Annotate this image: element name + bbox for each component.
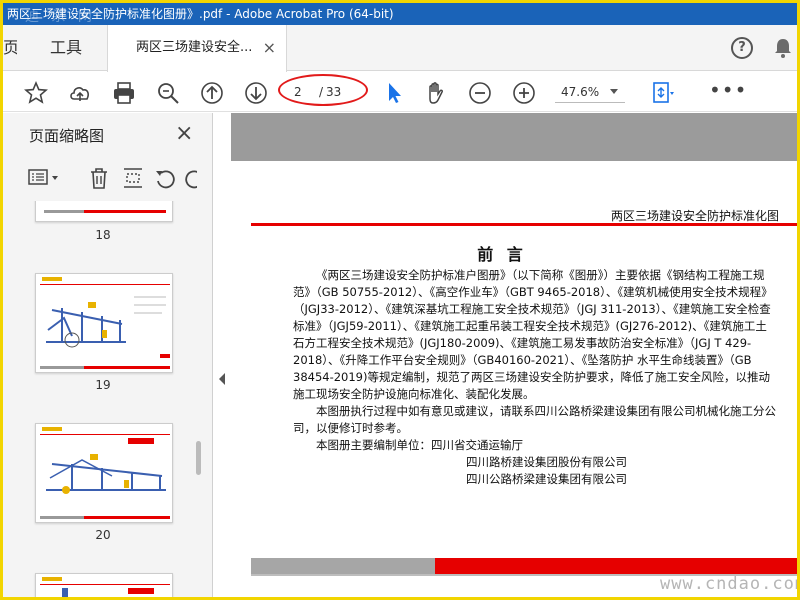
tab-home[interactable]: 页 [3, 25, 17, 71]
extract-page-icon[interactable] [121, 165, 145, 191]
thumbnail-page-18[interactable] [35, 201, 173, 222]
watermark-top: 迪 杀 网 [25, 9, 96, 25]
tab-close-icon[interactable]: × [263, 25, 276, 71]
header-rule [251, 223, 797, 226]
thumbnail-page-20[interactable] [35, 423, 173, 523]
footer-bar-red [435, 558, 797, 574]
preface-paragraph-2: 本图册执行过程中如有意见或建议，请联系四川公路桥梁建设集团有限公司机械化施工分公… [293, 404, 776, 435]
panel-toolbar [3, 163, 203, 197]
annotation-oval [278, 74, 368, 106]
document-viewer: 两区三场建设安全防护标准化图 前 言 《两区三场建设安全防护标准户图册》（以下简… [231, 113, 797, 597]
fit-page-icon[interactable] [649, 80, 675, 106]
thumbnail-list: 18 19 20 [3, 201, 199, 597]
app-window: 两区三场建设安全防护标准化图册》.pdf - Adobe Acrobat Pro… [0, 0, 800, 600]
help-icon[interactable]: ? [731, 37, 753, 59]
bell-icon[interactable] [773, 37, 793, 59]
star-icon[interactable] [23, 80, 49, 106]
thumbnail-label: 20 [95, 528, 111, 542]
zoom-search-icon[interactable] [155, 80, 181, 106]
panel-close-icon[interactable]: × [175, 121, 193, 146]
panel-title: 页面缩略图 [29, 127, 105, 145]
zoom-out-icon[interactable] [467, 80, 493, 106]
panel-collapse-icon[interactable] [219, 373, 225, 385]
select-cursor-icon[interactable] [381, 80, 407, 106]
zoom-dropdown-caret-icon[interactable] [610, 89, 618, 94]
thumbnail-scrollbar[interactable] [196, 441, 201, 475]
print-icon[interactable] [111, 80, 137, 106]
pdf-page: 两区三场建设安全防护标准化图 前 言 《两区三场建设安全防护标准户图册》（以下简… [231, 161, 797, 597]
thumbnail-label: 18 [95, 228, 111, 242]
prev-page-icon[interactable] [199, 80, 225, 106]
watermark-bottom: www.cndao.com [660, 574, 800, 594]
thumbnail-page-21[interactable] [35, 573, 173, 597]
hand-tool-icon[interactable] [423, 80, 449, 106]
thumbnail-options-icon[interactable] [27, 165, 61, 191]
tab-bar: 页 工具 两区三场建设安全... × ? [3, 25, 797, 72]
tab-document[interactable]: 两区三场建设安全... × [107, 25, 287, 72]
footer-bar-gray [251, 558, 435, 574]
thumbnail-panel: 页面缩略图 × 18 19 20 [3, 113, 213, 597]
document-running-header: 两区三场建设安全防护标准化图 [611, 209, 780, 223]
document-body: 《两区三场建设安全防护标准户图册》（以下简称《图册》）主要依据《钢结构工程施工规… [293, 267, 777, 488]
tab-tools[interactable]: 工具 [27, 25, 105, 71]
cloud-upload-icon[interactable] [67, 80, 93, 106]
thumbnail-label: 19 [95, 378, 111, 392]
document-title: 前 言 [477, 245, 527, 264]
preface-paragraph-1: 《两区三场建设安全防护标准户图册》（以下简称《图册》）主要依据《钢结构工程施工规… [293, 268, 773, 401]
rotate-left-icon[interactable] [153, 165, 177, 191]
thumbnail-page-19[interactable] [35, 273, 173, 373]
editor-org-3: 四川公路桥梁建设集团有限公司 [466, 472, 627, 486]
editor-org-2: 四川路桥建设集团股份有限公司 [466, 455, 627, 469]
rotate-right-icon[interactable] [183, 165, 197, 191]
delete-page-icon[interactable] [87, 165, 111, 191]
main-toolbar: / 33 47.6% ••• [3, 72, 797, 112]
window-titlebar: 两区三场建设安全防护标准化图册》.pdf - Adobe Acrobat Pro… [3, 3, 797, 25]
zoom-in-icon[interactable] [511, 80, 537, 106]
next-page-icon[interactable] [243, 80, 269, 106]
editors-label: 本图册主要编制单位：四川省交通运输厅 [316, 438, 523, 452]
more-options-icon[interactable]: ••• [709, 80, 747, 100]
tab-document-label: 两区三场建设安全... [136, 40, 253, 55]
